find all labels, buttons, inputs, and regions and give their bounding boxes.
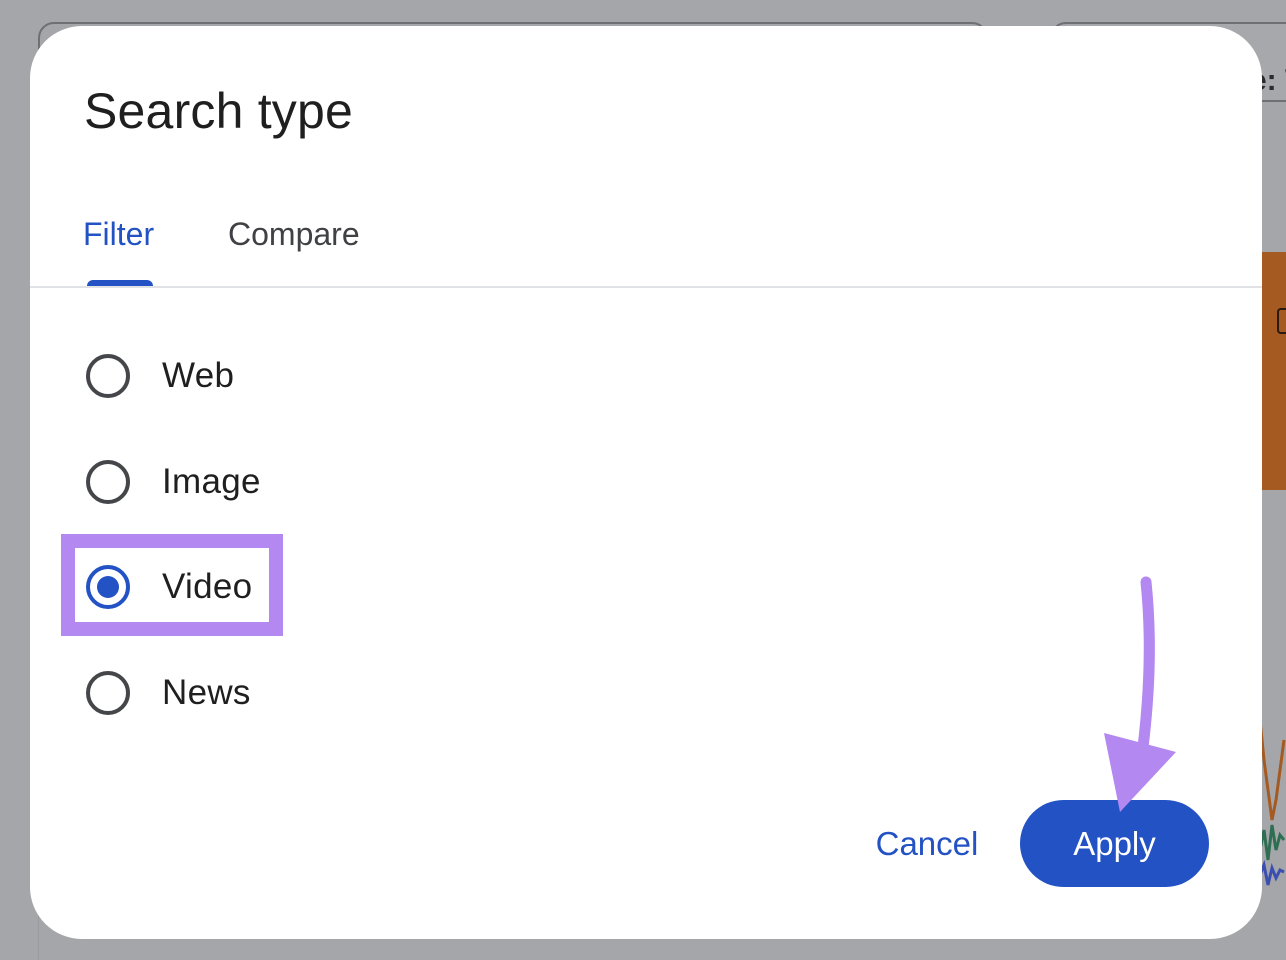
background-metric-card (1262, 252, 1286, 490)
dialog-title: Search type (84, 83, 354, 139)
tab-filter[interactable]: Filter (83, 216, 154, 253)
option-image[interactable]: Image (86, 457, 346, 507)
tab-bar: Filter Compare (30, 206, 1262, 288)
option-web[interactable]: Web (86, 351, 346, 401)
option-label-image: Image (162, 462, 261, 501)
video-highlight-annotation (61, 534, 283, 636)
cancel-button[interactable]: Cancel (862, 814, 992, 874)
search-type-dialog: Search type Filter Compare Web Image Vid… (30, 26, 1262, 939)
background-chart-lines (1258, 719, 1286, 886)
radio-web[interactable] (86, 354, 130, 398)
tabs-divider (30, 286, 1262, 288)
background-checkbox-icon (1277, 308, 1286, 334)
radio-news[interactable] (86, 671, 130, 715)
tab-compare[interactable]: Compare (228, 216, 360, 253)
apply-button[interactable]: Apply (1020, 800, 1209, 887)
radio-image[interactable] (86, 460, 130, 504)
option-label-news: News (162, 673, 251, 712)
option-news[interactable]: News (86, 668, 346, 718)
option-label-web: Web (162, 356, 235, 395)
